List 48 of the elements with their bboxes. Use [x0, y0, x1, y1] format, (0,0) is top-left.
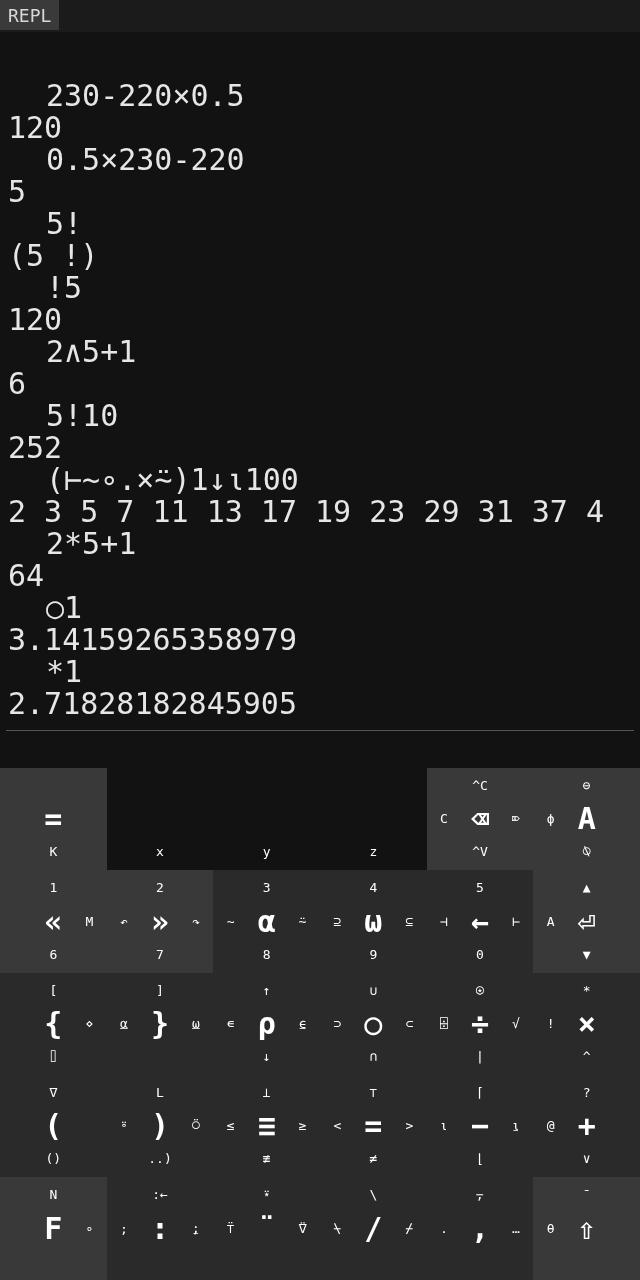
keyboard-key[interactable]: N F ∘	[0, 1177, 107, 1280]
keyboard-key[interactable]: 1 « M 6	[0, 870, 107, 973]
keyboard-key[interactable]: [ { ⋄ ⌷	[0, 973, 107, 1075]
keyboard-key[interactable]: ⌈ ⍳ − ⍸ ⌊	[426, 1075, 534, 1177]
keyboard-key[interactable]: 4 ⊇ ω ⊆ 9	[320, 870, 427, 973]
keyboard-key[interactable]: ▲ A ⏎ ▼	[533, 870, 640, 973]
repl-tab[interactable]: REPL	[0, 0, 60, 30]
keyboard-key[interactable]: ⊖ ϕ A ⍉	[533, 768, 640, 870]
output-line: 2 3 5 7 11 13 17 19 23 29 31 37 4	[8, 496, 605, 528]
input-line: 2∧5+1	[46, 336, 137, 368]
output-line: (5 !)	[8, 240, 99, 272]
keyboard-key[interactable]: ¯ θ ⇧	[533, 1177, 640, 1280]
keyboard-key[interactable]: ∇ ( ()	[0, 1075, 107, 1177]
keyboard-key[interactable]: ⍪ . , …	[426, 1177, 534, 1280]
input-line: (⊢~∘.×⍨)1↓⍳100	[46, 464, 299, 496]
output-line: 64	[8, 560, 45, 592]
keyboard-key[interactable]: 2 ↶ » ↷ 7	[106, 870, 214, 973]
output-line: 5	[8, 176, 27, 208]
keyboard-key[interactable]: ⊤ < = > ≠	[320, 1075, 427, 1177]
input-line: 0.5×230-220	[46, 144, 245, 176]
keyboard-key[interactable]: ∪ ⊃ ○ ⊂ ∩	[320, 973, 427, 1075]
keyboard-key[interactable]: ↑ ∊ ρ ⍷ ↓	[213, 973, 320, 1075]
keyboard-key[interactable]: ⊥ ≤ ≡ ≥ ≢	[213, 1075, 320, 1177]
keyboard-key[interactable]: ] ⍶ } ⍹	[106, 973, 214, 1075]
input-line: 2*5+1	[46, 528, 137, 560]
keyboard-key[interactable]: 5 ⊣ ← ⊢ 0	[426, 870, 534, 973]
keyboard-key[interactable]: = K	[0, 768, 107, 870]
keyboard-key[interactable]: :← ; : ⍮	[106, 1177, 214, 1280]
output-line: 2.71828182845905	[8, 688, 297, 720]
keyboard-key[interactable]: ⍣ ⍡ ¨ ⍢	[213, 1177, 320, 1280]
input-line: 5!	[46, 208, 83, 240]
output-line: 252	[8, 432, 63, 464]
output-line: 3.14159265358979	[8, 624, 297, 656]
output-line: 6	[8, 368, 27, 400]
keyboard-key[interactable]: \ ⍀ / ⌿	[320, 1177, 427, 1280]
input-line: ○1	[46, 592, 83, 624]
output-line: 120	[8, 304, 63, 336]
keyboard-key[interactable]: * ! × ^	[533, 973, 640, 1075]
keyboard-key[interactable]: ? @ + ∨	[533, 1075, 640, 1177]
input-line: 230-220×0.5	[46, 80, 245, 112]
keyboard-key[interactable]: L ⍤ ) ⍥ ..)	[106, 1075, 214, 1177]
keyboard-key[interactable]: ⍟ ⌹ ÷ √ |	[426, 973, 534, 1075]
input-line: 5!10	[46, 400, 119, 432]
output-line: 120	[8, 112, 63, 144]
keyboard-key[interactable]: ^C C ⌫ ⌦ ^V	[426, 768, 534, 870]
keyboard-key[interactable]: 3 ~ α ⍨ 8	[213, 870, 320, 973]
input-line: *1	[46, 656, 83, 688]
input-line: !5	[46, 272, 83, 304]
